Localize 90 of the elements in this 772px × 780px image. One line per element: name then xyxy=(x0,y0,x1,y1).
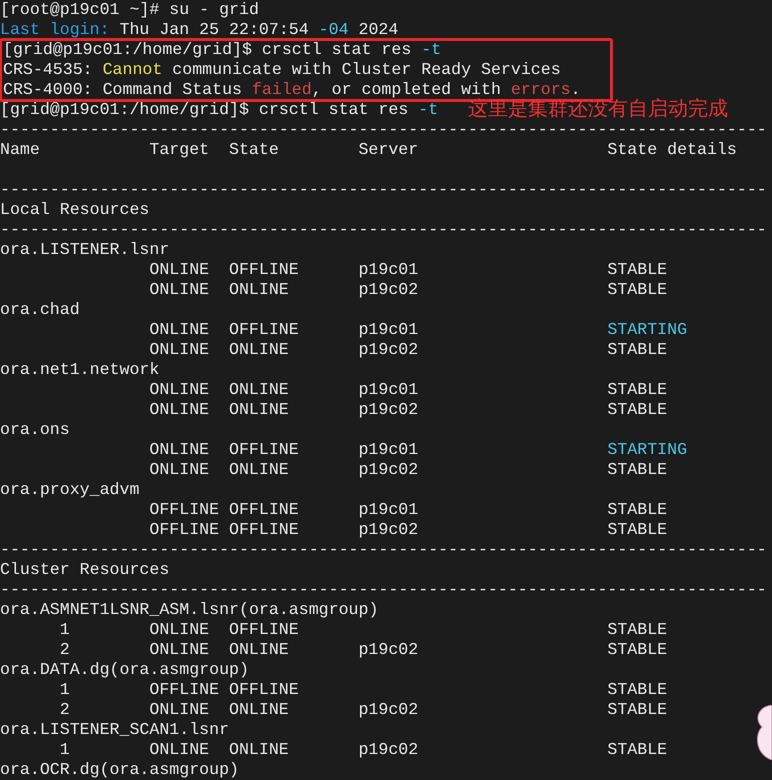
dashed-rule: ----------------------------------------------------------------------------- xyxy=(0,120,767,139)
table-cell: ONLINE xyxy=(149,460,210,479)
table-cell: ONLINE xyxy=(229,640,289,659)
resource-name: ora.chad xyxy=(0,300,80,319)
section-heading: Cluster Resources xyxy=(0,560,170,579)
resource-name: ora.OCR.dg(ora.asmgroup) xyxy=(0,760,239,779)
table-cell: p19c02 xyxy=(358,520,418,539)
table-cell: p19c02 xyxy=(358,340,418,359)
table-cell: OFFLINE xyxy=(149,680,220,699)
terminal-line: [grid@p19c01:/home/grid]$ crsctl stat res -t xyxy=(0,100,438,119)
table-cell: ONLINE xyxy=(229,740,289,759)
table-cell: STABLE xyxy=(607,460,668,479)
table-cell: 1 xyxy=(60,740,70,759)
table-cell: OFFLINE xyxy=(229,260,299,279)
table-cell: OFFLINE xyxy=(229,620,299,639)
table-cell: STABLE xyxy=(607,500,668,519)
table-cell: OFFLINE xyxy=(229,520,299,539)
resource-name: ora.net1.network xyxy=(0,360,160,379)
resource-name: ora.proxy_advm xyxy=(0,480,140,499)
table-cell: STABLE xyxy=(607,400,668,419)
column-header: Name xyxy=(0,140,40,159)
table-cell: ONLINE xyxy=(229,280,289,299)
table-cell: OFFLINE xyxy=(149,500,220,519)
table-cell: ONLINE xyxy=(229,380,289,399)
table-cell: 2 xyxy=(60,700,70,719)
table-cell: ONLINE xyxy=(229,460,289,479)
table-cell: 1 xyxy=(60,620,70,639)
column-header: State details xyxy=(607,140,737,159)
table-cell: ONLINE xyxy=(149,700,210,719)
dashed-rule: ----------------------------------------------------------------------------- xyxy=(0,220,767,239)
table-cell: STABLE xyxy=(607,700,668,719)
table-cell: ONLINE xyxy=(229,700,289,719)
table-cell: 1 xyxy=(60,680,70,699)
column-header: State xyxy=(229,140,279,159)
table-cell: p19c02 xyxy=(358,280,418,299)
table-cell: p19c01 xyxy=(358,320,418,339)
dashed-rule: ----------------------------------------------------------------------------- xyxy=(0,580,767,599)
table-cell: 2 xyxy=(60,640,70,659)
table-cell: STABLE xyxy=(607,520,668,539)
table-cell: STABLE xyxy=(607,340,668,359)
table-cell: STABLE xyxy=(607,640,668,659)
terminal-line: [grid@p19c01:/home/grid]$ crsctl stat res -t xyxy=(3,40,442,59)
table-cell: p19c02 xyxy=(358,460,418,479)
terminal-line: Last login: Thu Jan 25 22:07:54 -04 2024 xyxy=(0,20,398,39)
sticker-icon xyxy=(754,705,772,760)
resource-name: ora.LISTENER_SCAN1.lsnr xyxy=(0,720,230,739)
table-cell: p19c02 xyxy=(358,700,418,719)
table-cell: p19c01 xyxy=(358,380,418,399)
table-cell: ONLINE xyxy=(149,400,210,419)
table-cell: ONLINE xyxy=(149,340,210,359)
table-cell: STABLE xyxy=(607,680,668,699)
table-cell: ONLINE xyxy=(149,440,210,459)
table-cell: p19c01 xyxy=(358,260,418,279)
table-cell: ONLINE xyxy=(149,260,210,279)
table-cell: STARTING xyxy=(607,320,688,339)
resource-name: ora.ASMNET1LSNR_ASM.lsnr(ora.asmgroup) xyxy=(0,600,378,619)
table-cell: STABLE xyxy=(607,260,668,279)
table-cell: STABLE xyxy=(607,620,668,639)
dashed-rule: ----------------------------------------------------------------------------- xyxy=(0,180,767,199)
table-cell: STABLE xyxy=(607,380,668,399)
column-header: Target xyxy=(149,140,210,159)
section-heading: Local Resources xyxy=(0,200,150,219)
table-cell: OFFLINE xyxy=(229,680,299,699)
terminal-line: [root@p19c01 ~]# su - grid xyxy=(0,0,259,19)
table-cell: ONLINE xyxy=(149,640,210,659)
table-cell: STABLE xyxy=(607,280,668,299)
table-cell: p19c02 xyxy=(358,740,418,759)
resource-name: ora.LISTENER.lsnr xyxy=(0,240,170,259)
table-cell: ONLINE xyxy=(149,620,210,639)
resource-name: ora.ons xyxy=(0,420,70,439)
table-cell: ONLINE xyxy=(149,740,210,759)
table-cell: OFFLINE xyxy=(149,520,220,539)
table-cell: p19c01 xyxy=(358,440,418,459)
table-cell: STABLE xyxy=(607,740,668,759)
dashed-rule: ----------------------------------------------------------------------------- xyxy=(0,540,767,559)
table-cell: OFFLINE xyxy=(229,320,299,339)
terminal-line: CRS-4535: Cannot communicate with Cluster Ready Services xyxy=(3,60,561,79)
table-cell: ONLINE xyxy=(229,400,289,419)
table-cell: OFFLINE xyxy=(229,440,299,459)
table-cell: p19c02 xyxy=(358,640,418,659)
column-header: Server xyxy=(358,140,418,159)
resource-name: ora.DATA.dg(ora.asmgroup) xyxy=(0,660,249,679)
table-cell: p19c01 xyxy=(358,500,418,519)
table-cell: ONLINE xyxy=(149,280,210,299)
table-cell: p19c02 xyxy=(358,400,418,419)
table-cell: STARTING xyxy=(607,440,688,459)
table-cell: ONLINE xyxy=(149,320,210,339)
table-cell: OFFLINE xyxy=(229,500,299,519)
table-cell: ONLINE xyxy=(229,340,289,359)
table-cell: ONLINE xyxy=(149,380,210,399)
